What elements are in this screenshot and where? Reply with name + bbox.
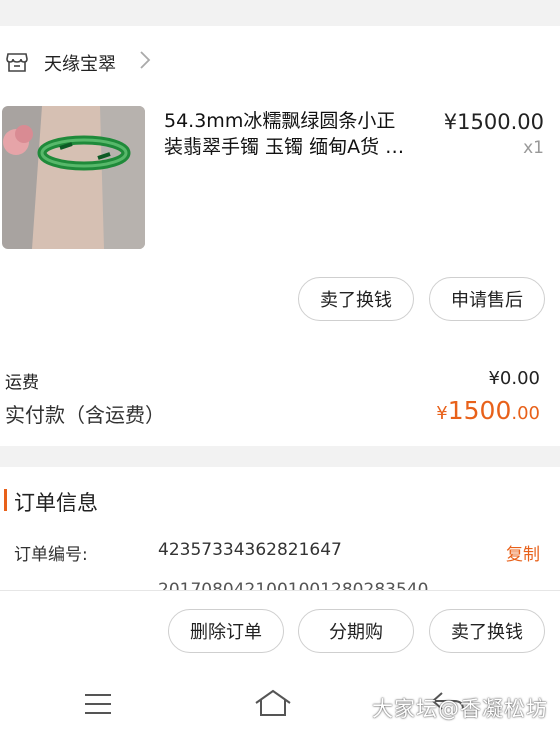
shipping-value: ¥0.00: [488, 368, 540, 389]
apply-after-sale-button[interactable]: 申请售后: [429, 277, 545, 321]
paid-amount: ¥1500.00: [436, 396, 540, 425]
product-title-line1: 54.3mm冰糯飘绿圆条小正: [164, 110, 396, 132]
home-icon[interactable]: [254, 689, 292, 717]
shipping-label: 运费: [5, 373, 39, 393]
copy-order-number-button[interactable]: 复制: [506, 540, 540, 565]
product-image[interactable]: [2, 106, 145, 249]
order-item-card: 天缘宝翠 54.3mm冰糯飘绿圆条小正 装翡翠手镯 玉镯 缅甸A货 … ¥150…: [0, 26, 560, 446]
product-quantity: x1: [523, 138, 544, 158]
order-number-value: 4235733436282164​7: [158, 540, 342, 560]
section-accent-bar: [4, 489, 7, 511]
transaction-number-value: 2017080421001001280283540: [158, 580, 429, 590]
paid-label: 实付款（含运费）: [5, 403, 165, 427]
paid-decimal: .00: [511, 403, 540, 424]
order-number-label: 订单编号:: [14, 545, 88, 565]
store-icon: [6, 53, 28, 72]
bottom-action-bar: 删除订单 分期购 卖了换钱: [0, 590, 560, 672]
order-info-title: 订单信息: [14, 491, 98, 515]
product-title[interactable]: 54.3mm冰糯飘绿圆条小正 装翡翠手镯 玉镯 缅甸A货 …: [164, 108, 430, 160]
shop-name: 天缘宝翠: [44, 54, 116, 75]
system-nav-bar: 大家坛@香凝松坊: [0, 671, 560, 731]
shop-row[interactable]: 天缘宝翠: [0, 26, 560, 96]
product-price: ¥1500.00: [443, 110, 544, 134]
paid-integer: 1500: [447, 396, 512, 425]
delete-order-button[interactable]: 删除订单: [168, 609, 284, 653]
installment-button[interactable]: 分期购: [298, 609, 414, 653]
watermark: 大家坛@香凝松坊: [372, 697, 548, 721]
sell-for-cash-button[interactable]: 卖了换钱: [298, 277, 414, 321]
chevron-right-icon: [140, 51, 151, 69]
product-title-line2: 装翡翠手镯 玉镯 缅甸A货 …: [164, 136, 405, 158]
menu-icon[interactable]: [84, 693, 112, 715]
bangle-photo: [2, 106, 145, 249]
sell-for-cash-button-bottom[interactable]: 卖了换钱: [429, 609, 545, 653]
order-info-card: 订单信息 订单编号: 4235733436282164​7 复制 2017080…: [0, 467, 560, 590]
paid-currency: ¥: [436, 403, 448, 424]
